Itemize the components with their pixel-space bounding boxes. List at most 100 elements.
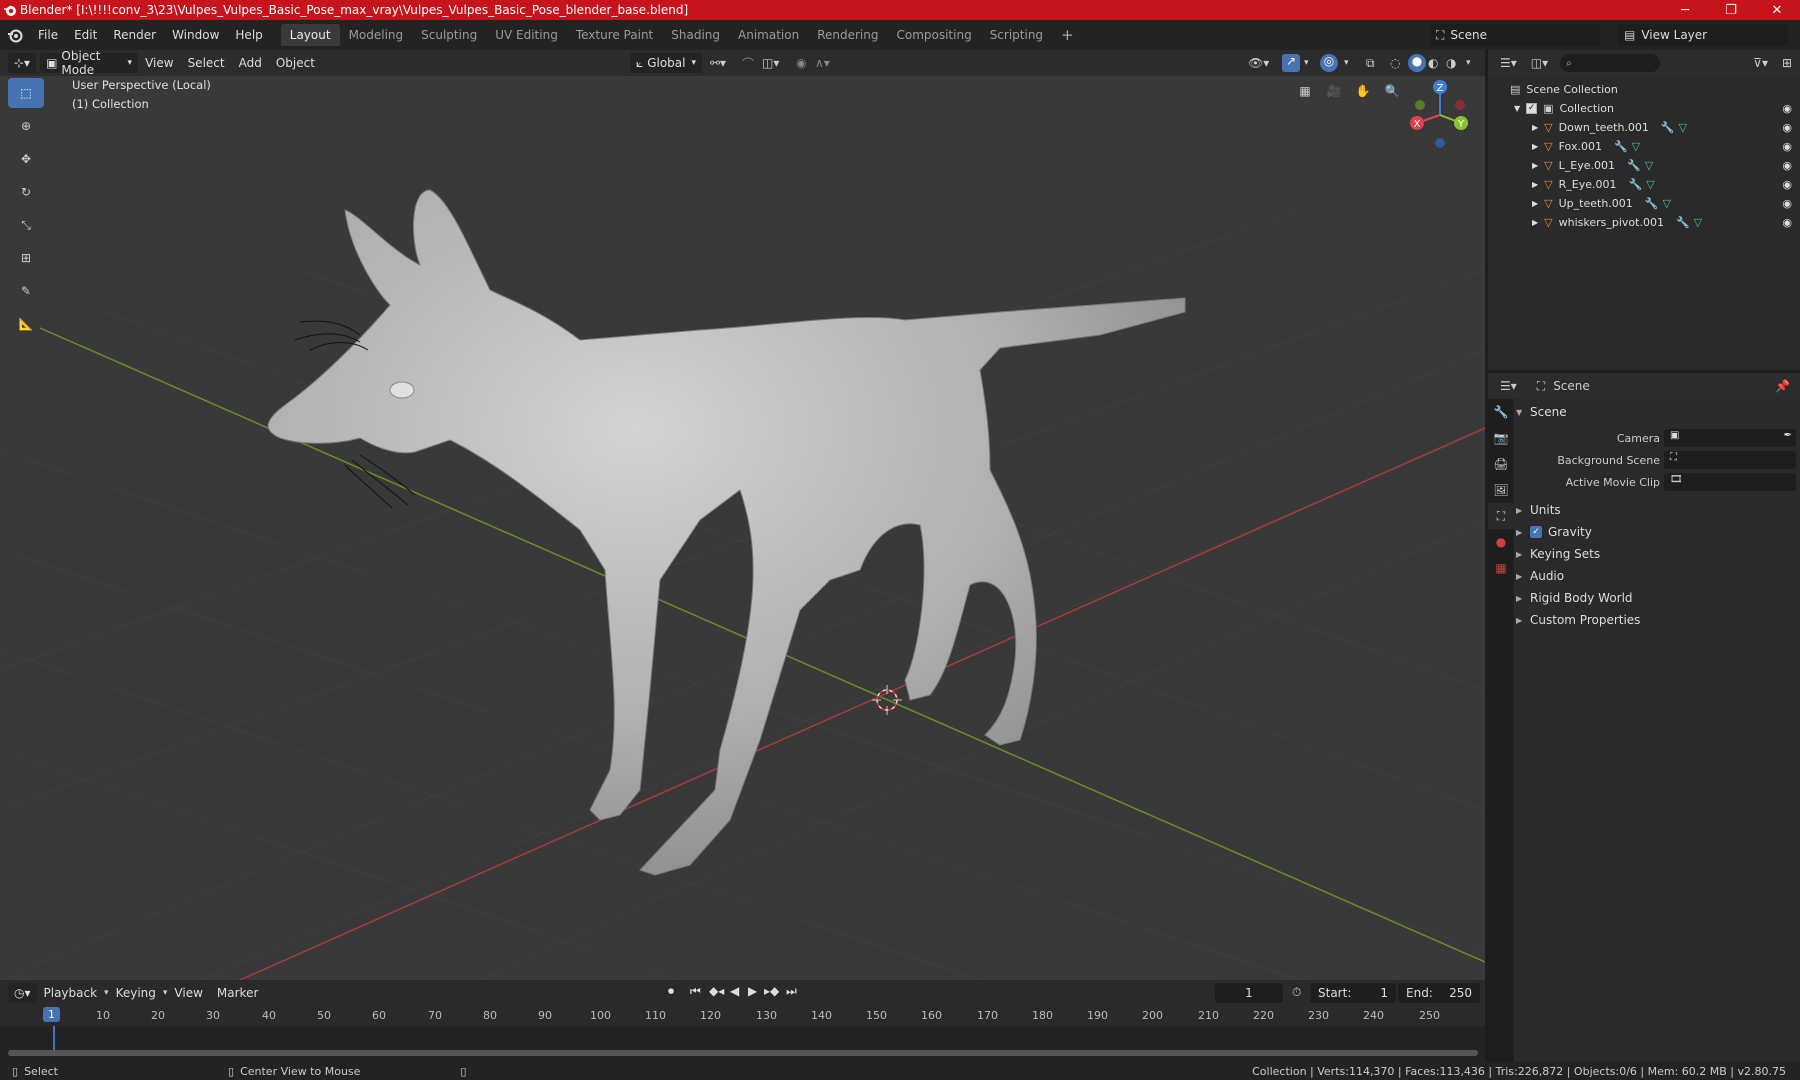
playback-menu[interactable]: Playback bbox=[37, 986, 105, 1000]
outliner-object-row[interactable]: ▶ ▽ Down_teeth.001 🔧 ▽ ◉ bbox=[1488, 118, 1800, 137]
snap-icon[interactable]: ⌒ bbox=[742, 55, 754, 72]
next-keyframe-icon[interactable]: ▸◆ bbox=[764, 984, 779, 998]
xray-icon[interactable]: ⧉ bbox=[1366, 56, 1375, 71]
play-icon[interactable]: ▶ bbox=[748, 984, 757, 998]
eye-icon[interactable]: ◉ bbox=[1782, 102, 1792, 115]
chevron-down-icon[interactable]: ▾ bbox=[1304, 58, 1309, 68]
menu-file[interactable]: File bbox=[30, 20, 66, 50]
overlays-icon[interactable]: ◎ bbox=[1320, 54, 1338, 72]
navigation-gizmo[interactable]: Z X Y bbox=[1405, 75, 1475, 155]
snap-target-icon[interactable]: ◫▾ bbox=[762, 56, 779, 70]
pan-view-button[interactable]: ✋ bbox=[1351, 79, 1375, 103]
gravity-checkbox-icon[interactable]: ✓ bbox=[1530, 526, 1542, 538]
checkbox-icon[interactable]: ✓ bbox=[1526, 103, 1538, 114]
pin-icon[interactable]: 📌 bbox=[1775, 379, 1790, 393]
tab-texture-paint[interactable]: Texture Paint bbox=[567, 24, 662, 46]
rendered-shading-icon[interactable]: ◑ bbox=[1446, 56, 1456, 70]
expand-toggle-icon[interactable]: ▶ bbox=[1532, 180, 1538, 189]
chevron-down-icon[interactable]: ▾ bbox=[1344, 58, 1349, 68]
units-panel-header[interactable]: ▶ Units bbox=[1516, 499, 1800, 521]
chevron-down-icon[interactable]: ▾ bbox=[1466, 58, 1471, 68]
display-mode-icon[interactable]: ◫▾ bbox=[1531, 56, 1548, 70]
tab-view-layer[interactable]: 🖼 bbox=[1488, 477, 1514, 503]
minimize-button[interactable]: ─ bbox=[1662, 0, 1708, 20]
rotate-tool[interactable]: ↻ bbox=[8, 177, 44, 207]
keying-menu[interactable]: Keying bbox=[109, 986, 163, 1000]
material-shading-icon[interactable]: ◐ bbox=[1428, 56, 1438, 70]
tab-animation[interactable]: Animation bbox=[729, 24, 808, 46]
mode-selector[interactable]: ▣ Object Mode ▾ bbox=[40, 50, 139, 77]
transform-orientation[interactable]: ⟀ Global ▾ bbox=[630, 53, 702, 73]
scene-selector[interactable]: ⛶ Scene bbox=[1430, 24, 1600, 46]
move-tool[interactable]: ✥ bbox=[8, 144, 44, 174]
toggle-camera-view-button[interactable]: ▦ bbox=[1293, 79, 1317, 103]
record-icon[interactable]: ⏺ bbox=[668, 984, 674, 999]
scene-panel-header[interactable]: ▼ Scene bbox=[1516, 401, 1800, 423]
viewport-scene[interactable] bbox=[0, 50, 1485, 980]
start-frame-field[interactable]: Start: 1 bbox=[1310, 983, 1396, 1003]
zoom-view-button[interactable]: 🔍 bbox=[1380, 79, 1404, 103]
outliner-object-row[interactable]: ▶ ▽ Fox.001 🔧 ▽ ◉ bbox=[1488, 137, 1800, 156]
3d-viewport[interactable]: ⊹▾ ▣ Object Mode ▾ View Select Add Objec… bbox=[0, 50, 1485, 980]
proportional-edit-icon[interactable]: ◉ bbox=[796, 56, 806, 70]
measure-tool[interactable]: 📐 bbox=[8, 309, 44, 339]
select-box-tool[interactable]: ⬚ bbox=[8, 78, 44, 108]
rigid-body-world-panel-header[interactable]: ▶ Rigid Body World bbox=[1516, 587, 1800, 609]
tab-rendering[interactable]: Rendering bbox=[808, 24, 887, 46]
add-menu[interactable]: Add bbox=[232, 56, 269, 70]
menu-edit[interactable]: Edit bbox=[66, 20, 105, 50]
tab-render[interactable]: 📷 bbox=[1488, 425, 1514, 451]
keying-sets-panel-header[interactable]: ▶ Keying Sets bbox=[1516, 543, 1800, 565]
timeline-editor-type[interactable]: ◷▾ bbox=[8, 983, 37, 1003]
tab-world[interactable]: ● bbox=[1488, 529, 1514, 555]
view-layer-selector[interactable]: ▤ View Layer bbox=[1618, 24, 1788, 46]
maximize-button[interactable]: ❐ bbox=[1708, 0, 1754, 20]
prev-keyframe-icon[interactable]: ◆◂ bbox=[709, 984, 724, 998]
close-button[interactable]: ✕ bbox=[1754, 0, 1800, 20]
tab-output[interactable]: 🖨 bbox=[1488, 451, 1514, 477]
editor-type-button[interactable]: ⊹▾ bbox=[8, 53, 37, 73]
camera-view-button[interactable]: 🎥 bbox=[1322, 79, 1346, 103]
audio-panel-header[interactable]: ▶ Audio bbox=[1516, 565, 1800, 587]
gizmo-toggle-icon[interactable]: ↗ bbox=[1282, 54, 1300, 72]
frame-ruler[interactable]: 1 10 20 30 40 50 60 70 80 90 100 110 120… bbox=[0, 1006, 1485, 1026]
outliner-search-input[interactable]: ⌕ bbox=[1560, 54, 1661, 72]
blender-menu-icon[interactable] bbox=[0, 20, 30, 50]
outliner-object-row[interactable]: ▶ ▽ Up_teeth.001 🔧 ▽ ◉ bbox=[1488, 194, 1800, 213]
outliner-object-row[interactable]: ▶ ▽ R_Eye.001 🔧 ▽ ◉ bbox=[1488, 175, 1800, 194]
collapse-toggle-icon[interactable]: ▼ bbox=[1514, 104, 1520, 113]
menu-render[interactable]: Render bbox=[105, 20, 164, 50]
properties-editor-type-icon[interactable]: ☰▾ bbox=[1500, 379, 1517, 393]
transform-tool[interactable]: ⊞ bbox=[8, 243, 44, 273]
outliner-object-row[interactable]: ▶ ▽ whiskers_pivot.001 🔧 ▽ ◉ bbox=[1488, 213, 1800, 232]
play-reverse-icon[interactable]: ◀ bbox=[730, 984, 739, 998]
tab-modeling[interactable]: Modeling bbox=[340, 24, 413, 46]
object-menu[interactable]: Object bbox=[269, 56, 322, 70]
eye-icon[interactable]: ◉ bbox=[1782, 140, 1792, 153]
menu-window[interactable]: Window bbox=[164, 20, 227, 50]
eye-icon[interactable]: ◉ bbox=[1782, 216, 1792, 229]
eye-icon[interactable]: ◉ bbox=[1782, 178, 1792, 191]
tab-sculpting[interactable]: Sculpting bbox=[412, 24, 486, 46]
wireframe-shading-icon[interactable]: ◌ bbox=[1390, 56, 1400, 70]
stopwatch-icon[interactable]: ⏱ bbox=[1292, 985, 1301, 1000]
timeline-view-menu[interactable]: View bbox=[167, 986, 209, 1000]
view-menu[interactable]: View bbox=[138, 56, 180, 70]
timeline-scrollbar[interactable] bbox=[8, 1050, 1478, 1056]
falloff-icon[interactable]: ∧▾ bbox=[815, 56, 830, 70]
camera-field[interactable]: ▣ ✒ bbox=[1664, 429, 1796, 447]
menu-help[interactable]: Help bbox=[227, 20, 270, 50]
background-scene-field[interactable]: ⛶ bbox=[1664, 451, 1796, 469]
tab-scene[interactable]: ⛶ bbox=[1488, 503, 1514, 529]
scale-tool[interactable]: ⤡ bbox=[8, 210, 44, 240]
tab-compositing[interactable]: Compositing bbox=[887, 24, 980, 46]
current-frame-field[interactable]: 1 bbox=[1215, 983, 1283, 1003]
expand-toggle-icon[interactable]: ▶ bbox=[1532, 123, 1538, 132]
active-movie-clip-field[interactable]: 🎞 bbox=[1664, 473, 1796, 491]
tab-uv-editing[interactable]: UV Editing bbox=[486, 24, 567, 46]
marker-menu[interactable]: Marker bbox=[210, 986, 265, 1000]
cursor-tool[interactable]: ⊕ bbox=[8, 111, 44, 141]
expand-toggle-icon[interactable]: ▶ bbox=[1532, 142, 1538, 151]
pivot-icon[interactable]: ⚯▾ bbox=[710, 56, 726, 70]
eyedropper-icon[interactable]: ✒ bbox=[1784, 430, 1792, 441]
